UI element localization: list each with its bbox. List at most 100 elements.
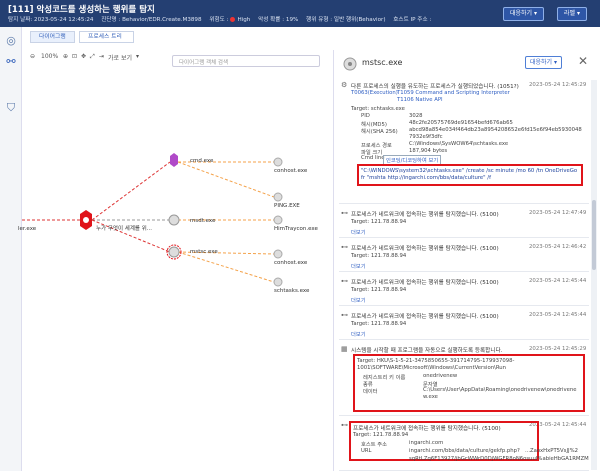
event-target: Target: 121.78.88.94 <box>353 432 409 438</box>
event-header: 프로세스가 네트워크에 접속하는 행위를 탐지했습니다. (5100) <box>353 426 501 432</box>
node-label-root: ler.exe <box>18 226 37 232</box>
event-item[interactable]: ⊷ 2023-05-24 12:45:44 프로세스가 네트워크에 접속하는 행… <box>339 420 589 471</box>
more-link[interactable]: 더보기 <box>351 228 366 236</box>
edge-cmd-ping <box>177 161 275 198</box>
network-icon: ⊷ <box>341 209 348 217</box>
node-label-mid: 누가 무엇이 세계를 위... <box>96 226 153 232</box>
event-feed: ⚙ 다른 프로세스의 실행을 유도하는 프로세스가 실행되었습니다. (1051… <box>339 80 589 471</box>
node-label-child: msdt.exe <box>190 218 216 224</box>
field-value: 187,904 bytes <box>409 148 448 154</box>
event-date: 2023-05-24 12:47:49 <box>529 210 587 216</box>
panel-title: mstsc.exe <box>362 58 403 67</box>
respond-button[interactable]: 대응하기 ▾ <box>503 7 545 21</box>
event-date: 2023-05-24 12:45:29 <box>529 346 587 352</box>
event-header: 프로세스가 네트워크에 접속하는 행위를 탐지했습니다. (5100) <box>351 212 499 218</box>
zoom-in-icon[interactable]: ⊕ <box>63 53 68 60</box>
node-label-mstsc: mstsc.exe <box>190 249 218 255</box>
node-label-conhost-1: conhost.exe <box>274 168 308 174</box>
event-header: 프로세스가 네트워크에 접속하는 행위를 탐지했습니다. (5100) <box>351 314 499 320</box>
left-sidebar: ◎ ⚯ ⛉ <box>0 27 22 471</box>
event-target: Target: 121.78.88.94 <box>351 321 407 327</box>
traycon-node[interactable] <box>273 215 283 225</box>
chevron-down-icon[interactable]: ▾ <box>136 53 139 60</box>
technique-tag[interactable]: T1059 Command and Scripting Interpreter <box>397 90 510 96</box>
network-icon: ⊷ <box>341 243 348 251</box>
mstsc-node[interactable] <box>168 246 180 258</box>
network-icon: ⊷ <box>341 421 348 429</box>
diagram-edges <box>22 153 283 287</box>
diagram-search-input[interactable]: 다이어그램 객체 검색 <box>172 55 320 67</box>
diagram-icon[interactable]: ⚯ <box>4 55 18 69</box>
meta-date: 탐지 날짜: 2023-05-24 12:45:24 <box>8 17 94 23</box>
cmd-line-text: "C:\WINDOWS\system32\schtasks.exe" /crea… <box>361 168 578 174</box>
event-target: Target: 121.78.88.94 <box>351 287 407 293</box>
edge-mid-cmd <box>91 161 171 221</box>
field-label: 해시(SHA 256) <box>361 129 398 135</box>
event-target: Target: 121.78.88.94 <box>351 253 407 259</box>
conhost-node-1[interactable] <box>273 157 283 167</box>
orientation-select[interactable]: 가로 보기 <box>108 53 132 62</box>
root-process-node-core <box>83 217 89 223</box>
tactic-tag[interactable]: T0063(Execution) <box>351 90 398 96</box>
event-header: 프로세스가 네트워크에 접속하는 행위를 탐지했습니다. (5100) <box>351 246 499 252</box>
field-value: C:\Windows\SysWOW64\schtasks.exe <box>409 141 509 147</box>
field-value: C:\Users\User\AppData\Roaming\onedrivene… <box>423 387 577 393</box>
field-value: 7932e9f3dfc <box>409 134 443 140</box>
tab-diagram[interactable]: 다이어그램 <box>30 31 75 43</box>
more-link[interactable]: 더보기 <box>351 262 366 270</box>
target-icon[interactable]: ◎ <box>4 34 18 48</box>
panel-respond-button[interactable]: 대응하기 ▾ <box>525 56 562 69</box>
node-label-conhost-2: conhost.exe <box>274 260 308 266</box>
child-node[interactable] <box>168 214 180 226</box>
event-item[interactable]: ⊷ 프로세스가 네트워크에 접속하는 행위를 탐지했습니다. (5100) 20… <box>339 276 589 306</box>
field-value: ...ZaoxHxPT5VsJJ%2 <box>525 448 578 454</box>
tab-process-tree[interactable]: 프로세스 트리 <box>79 31 134 43</box>
ping-node[interactable] <box>273 192 283 202</box>
field-label: Cmd line <box>361 155 385 161</box>
technique-tag[interactable]: T1106 Native API <box>397 97 443 103</box>
event-item[interactable]: ▦ 시스템을 시작할 때 프로그램을 자동으로 실행하도록 등록합니다. 202… <box>339 344 589 416</box>
event-item[interactable]: ⊷ 프로세스가 네트워크에 접속하는 행위를 탐지했습니다. (5100) 20… <box>339 310 589 340</box>
field-label: URL <box>361 448 372 454</box>
process-icon <box>343 57 357 71</box>
panel-scrollbar[interactable] <box>591 80 597 470</box>
field-value: ingarchi.com <box>409 440 444 446</box>
event-target: Target: HKU\S-1-5-21-3475850655-39171479… <box>357 358 515 371</box>
event-item[interactable]: ⊷ 프로세스가 네트워크에 접속하는 행위를 탐지했습니다. (5100) 20… <box>339 208 589 238</box>
layout-icon[interactable]: ⇥ <box>99 53 104 60</box>
more-link[interactable]: 더보기 <box>351 296 366 304</box>
event-header: 다른 프로세스의 실행을 유도하는 프로세스가 실행되었습니다. (1051?) <box>351 84 519 90</box>
event-item[interactable]: ⚙ 다른 프로세스의 실행을 유도하는 프로세스가 실행되었습니다. (1051… <box>339 80 589 204</box>
event-item[interactable]: ⊷ 프로세스가 네트워크에 접속하는 행위를 탐지했습니다. (5100) 20… <box>339 242 589 272</box>
event-date: 2023-05-24 12:46:42 <box>529 244 587 250</box>
zoom-level: 100% <box>41 53 59 60</box>
schtasks-node[interactable] <box>273 277 283 287</box>
field-value: w.exe <box>423 394 438 400</box>
meta-behavior-type: 행위 유형 : 일반 행위(Behavior) <box>306 17 386 23</box>
more-link[interactable]: 더보기 <box>351 330 366 338</box>
detection-meta: 탐지 날짜: 2023-05-24 12:45:24 진단명 : Behavio… <box>8 15 437 23</box>
respond-button-label: 대응하기 <box>510 10 533 17</box>
header-bar: [111] 악성코드를 생성하는 행위를 탐지 탐지 날짜: 2023-05-2… <box>0 0 600 27</box>
fit-icon[interactable]: ⊡ <box>72 53 77 60</box>
field-value: abcd98a854e034f464db23a8954208652e6fd15e… <box>409 127 582 133</box>
shield-icon[interactable]: ⛉ <box>4 101 18 115</box>
event-date: 2023-05-24 12:45:29 <box>529 82 587 88</box>
field-label: 호스트 주소 <box>361 442 388 448</box>
scroll-thumb[interactable] <box>592 200 596 270</box>
conhost-node-2[interactable] <box>273 249 283 259</box>
event-target: Target: 121.78.88.94 <box>351 219 407 225</box>
node-label-traycon: HimTraycon.exe <box>274 226 318 232</box>
label-button[interactable]: 라벨 ▾ <box>557 7 587 21</box>
zoom-out-icon[interactable]: ⊖ <box>30 53 35 60</box>
gear-icon: ⚙ <box>341 81 348 89</box>
close-icon[interactable]: ✕ <box>578 54 588 68</box>
move-icon[interactable]: ✥ <box>81 53 86 60</box>
node-label-cmd: cmd.exe <box>190 158 214 164</box>
search-placeholder: 다이어그램 객체 검색 <box>179 60 229 66</box>
event-target: Target: schtasks.exe <box>351 106 405 112</box>
cmd-node[interactable] <box>170 153 178 167</box>
event-date: 2023-05-24 12:45:44 <box>529 278 587 284</box>
expand-icon[interactable]: ⤢ <box>90 53 95 61</box>
field-value: sqRtLZq6F13927/jbGcWWrD0DjWGFR8oN6osuuI%… <box>409 456 589 462</box>
